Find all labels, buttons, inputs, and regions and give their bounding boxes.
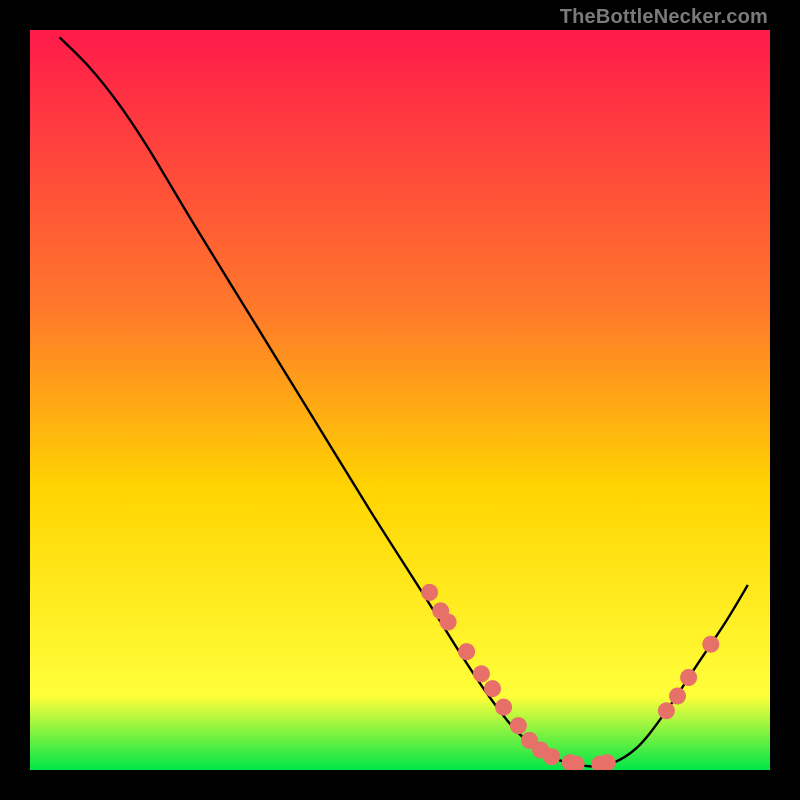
data-dot xyxy=(680,669,697,686)
data-dot xyxy=(458,643,475,660)
chart-svg xyxy=(30,30,770,770)
plot-area xyxy=(30,30,770,770)
gradient-background xyxy=(30,30,770,770)
chart-frame: TheBottleNecker.com xyxy=(0,0,800,800)
attribution-text: TheBottleNecker.com xyxy=(560,6,768,29)
data-dot xyxy=(510,717,527,734)
data-dot xyxy=(421,584,438,601)
data-dot xyxy=(658,702,675,719)
data-dot xyxy=(543,748,560,765)
data-dot xyxy=(440,614,457,631)
data-dot xyxy=(495,699,512,716)
data-dot xyxy=(669,688,686,705)
data-dot xyxy=(702,636,719,653)
data-dot xyxy=(473,665,490,682)
data-dot xyxy=(484,680,501,697)
